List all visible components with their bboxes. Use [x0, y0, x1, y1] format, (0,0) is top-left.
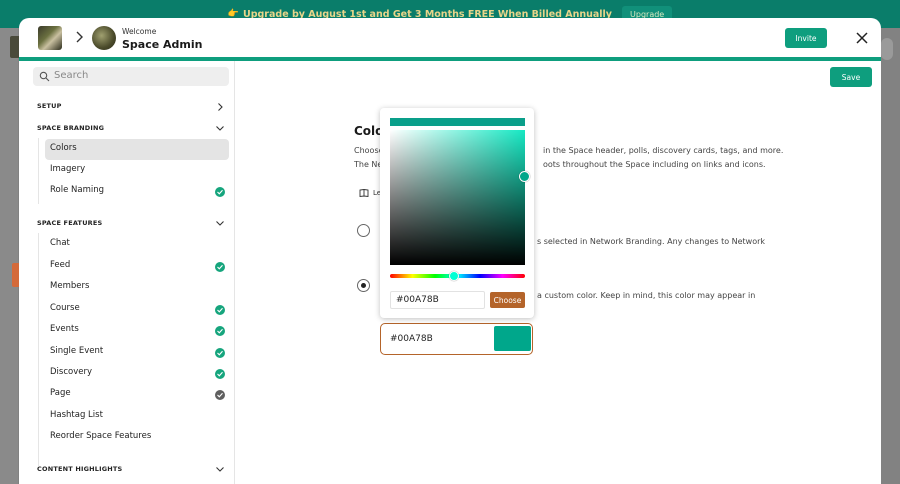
sidebar-item-colors[interactable]: Colors — [45, 139, 229, 160]
chevron-down-icon[interactable] — [215, 123, 225, 133]
book-icon — [359, 189, 369, 198]
network-colors-radio[interactable] — [357, 224, 370, 237]
color-picker-field[interactable]: #00A78B — [380, 323, 533, 355]
chevron-right-icon — [76, 31, 83, 43]
background-sidebar — [0, 28, 18, 484]
sidebar-item-hashtag-list[interactable]: Hashtag List — [45, 406, 229, 427]
color-preview-bar — [390, 118, 525, 126]
description-line-1-end: in the Space header, polls, discovery ca… — [543, 146, 784, 155]
sidebar-item-label: Page — [50, 388, 71, 398]
save-button[interactable]: Save — [830, 67, 872, 87]
sidebar-item-page[interactable]: Page — [45, 384, 229, 405]
hex-input-value: #00A78B — [396, 295, 439, 305]
enabled-check-icon — [215, 187, 225, 197]
section-content-highlights[interactable]: CONTENT HIGHLIGHTS — [37, 465, 122, 473]
invite-button[interactable]: Invite — [785, 28, 827, 48]
color-picker-popover: #00A78B Choose — [380, 108, 534, 318]
chevron-down-icon[interactable] — [215, 464, 225, 474]
color-field-value: #00A78B — [390, 334, 433, 344]
sidebar-item-feed[interactable]: Feed — [45, 256, 229, 277]
sidebar-item-events[interactable]: Events — [45, 320, 229, 341]
custom-color-radio[interactable] — [357, 279, 370, 292]
chevron-down-icon[interactable] — [215, 218, 225, 228]
sidebar-item-label: Hashtag List — [50, 410, 103, 420]
sidebar-item-label: Feed — [50, 260, 71, 270]
background-avatar — [881, 38, 893, 60]
sidebar-item-label: Reorder Space Features — [50, 431, 152, 441]
space-logo[interactable] — [38, 26, 62, 50]
sidebar-item-label: Colors — [50, 143, 77, 153]
description-line-2-start: The Ne — [354, 160, 383, 169]
sidebar-item-single-event[interactable]: Single Event — [45, 342, 229, 363]
search-input[interactable]: Search — [33, 67, 229, 86]
close-icon[interactable] — [855, 31, 869, 45]
enabled-check-icon — [215, 326, 225, 336]
welcome-label: Welcome — [122, 27, 157, 36]
network-colors-description: s selected in Network Branding. Any chan… — [537, 237, 766, 246]
choose-button[interactable]: Choose — [490, 292, 525, 308]
space-settings-modal: Welcome Space Admin Invite Search SETUP … — [19, 18, 881, 484]
settings-sidebar: Search SETUP SPACE BRANDING Colors Image… — [19, 61, 235, 484]
saturation-picker[interactable] — [390, 130, 525, 265]
sidebar-item-label: Events — [50, 324, 79, 334]
section-space-features[interactable]: SPACE FEATURES — [37, 219, 102, 227]
sidebar-item-label: Chat — [50, 238, 70, 248]
enabled-check-icon — [215, 262, 225, 272]
sidebar-item-imagery[interactable]: Imagery — [45, 160, 229, 181]
section-setup[interactable]: SETUP — [37, 102, 62, 110]
branding-guide-line — [38, 138, 39, 204]
search-icon — [39, 71, 50, 82]
hex-input[interactable]: #00A78B — [390, 291, 485, 309]
sidebar-item-chat[interactable]: Chat — [45, 234, 229, 255]
sidebar-item-members[interactable]: Members — [45, 277, 229, 298]
sidebar-item-discovery[interactable]: Discovery — [45, 363, 229, 384]
sidebar-item-course[interactable]: Course — [45, 299, 229, 320]
search-placeholder: Search — [54, 70, 89, 81]
avatar[interactable] — [92, 26, 116, 50]
enabled-check-icon — [215, 348, 225, 358]
custom-color-description: a custom color. Keep in mind, this color… — [537, 291, 756, 300]
sidebar-item-reorder-space-features[interactable]: Reorder Space Features — [45, 427, 229, 448]
section-space-branding[interactable]: SPACE BRANDING — [37, 124, 104, 132]
enabled-check-icon — [215, 305, 225, 315]
sidebar-item-label: Discovery — [50, 367, 92, 377]
sidebar-item-label: Single Event — [50, 346, 104, 356]
user-name: Space Admin — [122, 38, 203, 51]
enabled-check-icon — [215, 369, 225, 379]
sidebar-item-label: Course — [50, 303, 80, 313]
sidebar-item-label: Imagery — [50, 164, 86, 174]
sidebar-item-label: Role Naming — [50, 185, 105, 195]
sidebar-item-role-naming[interactable]: Role Naming — [45, 181, 229, 202]
color-swatch[interactable] — [494, 326, 531, 351]
modal-header: Welcome Space Admin Invite — [19, 18, 881, 62]
page-title: Colo — [354, 124, 384, 138]
hue-handle[interactable] — [449, 271, 459, 281]
chevron-right-icon[interactable] — [215, 102, 225, 112]
saturation-handle[interactable] — [519, 171, 530, 182]
features-guide-line — [38, 233, 39, 466]
description-line-2-end: oots throughout the Space including on l… — [543, 160, 766, 169]
sidebar-item-label: Members — [50, 281, 90, 291]
disabled-check-icon — [215, 390, 225, 400]
